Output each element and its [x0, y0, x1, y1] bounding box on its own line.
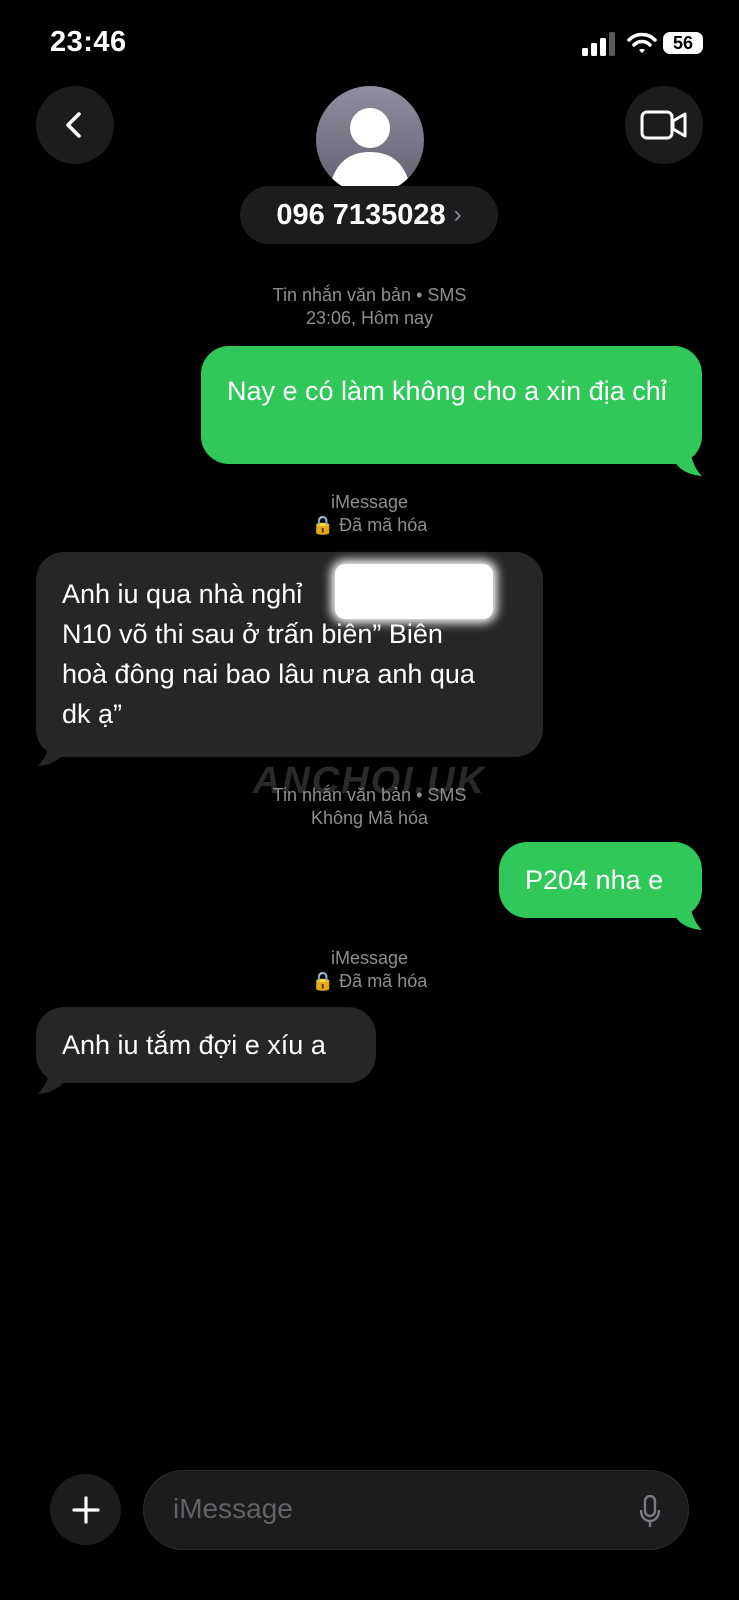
contact-avatar[interactable] — [316, 86, 424, 194]
sent-message[interactable]: Nay e có làm không cho a xin địa chỉ — [201, 346, 702, 464]
message-text: Nay e có làm không cho a xin địa chỉ — [227, 376, 667, 406]
message-text: P204 nha e — [525, 865, 664, 895]
video-camera-icon — [640, 110, 687, 140]
meta-service: iMessage — [330, 948, 409, 968]
message-line: dk ạ” — [62, 699, 123, 729]
contact-name: 096 7135028 — [276, 198, 446, 231]
message-meta: iMessage 🔒 Đã mã hóa — [0, 947, 739, 993]
microphone-icon[interactable] — [640, 1495, 660, 1529]
message-meta: Tin nhắn văn bản • SMS Không Mã hóa — [0, 784, 739, 830]
battery-indicator: 56 — [663, 32, 703, 54]
received-message[interactable]: Anh iu tắm đợi e xíu a — [36, 1007, 376, 1083]
meta-encryption: 🔒 Đã mã hóa — [311, 515, 428, 535]
redaction-mark — [335, 564, 493, 619]
plus-icon — [71, 1495, 100, 1524]
signal-icon — [582, 32, 615, 56]
meta-service: Tin nhắn văn bản • SMS — [272, 285, 467, 305]
video-call-button[interactable] — [625, 86, 703, 164]
bubble-tail — [674, 444, 702, 476]
chevron-left-icon — [66, 112, 81, 138]
back-button[interactable] — [36, 86, 114, 164]
bubble-tail — [38, 1062, 66, 1094]
message-line: N10 võ thi sau ở trấn biên” Biên — [62, 619, 443, 649]
status-time: 23:46 — [50, 26, 127, 58]
wifi-icon — [627, 32, 657, 53]
meta-timestamp: 23:06, Hôm nay — [305, 308, 434, 328]
message-meta: Tin nhắn văn bản • SMS 23:06, Hôm nay — [0, 284, 739, 330]
chevron-right-icon: › — [453, 201, 462, 228]
bubble-tail — [674, 898, 702, 930]
message-input-container[interactable] — [143, 1470, 689, 1550]
message-meta: iMessage 🔒 Đã mã hóa — [0, 491, 739, 537]
meta-encryption: 🔒 Đã mã hóa — [311, 971, 428, 991]
message-text: Anh iu tắm đợi e xíu a — [62, 1030, 326, 1060]
meta-service: iMessage — [330, 492, 409, 512]
message-line: hoà đông nai bao lâu nưa anh qua — [62, 659, 475, 689]
person-icon — [330, 108, 410, 186]
contact-name-button[interactable]: 096 7135028 › — [240, 186, 498, 244]
message-input[interactable] — [173, 1493, 613, 1525]
add-attachment-button[interactable] — [50, 1474, 121, 1545]
meta-encryption: Không Mã hóa — [310, 808, 429, 828]
meta-service: Tin nhắn văn bản • SMS — [272, 785, 467, 805]
